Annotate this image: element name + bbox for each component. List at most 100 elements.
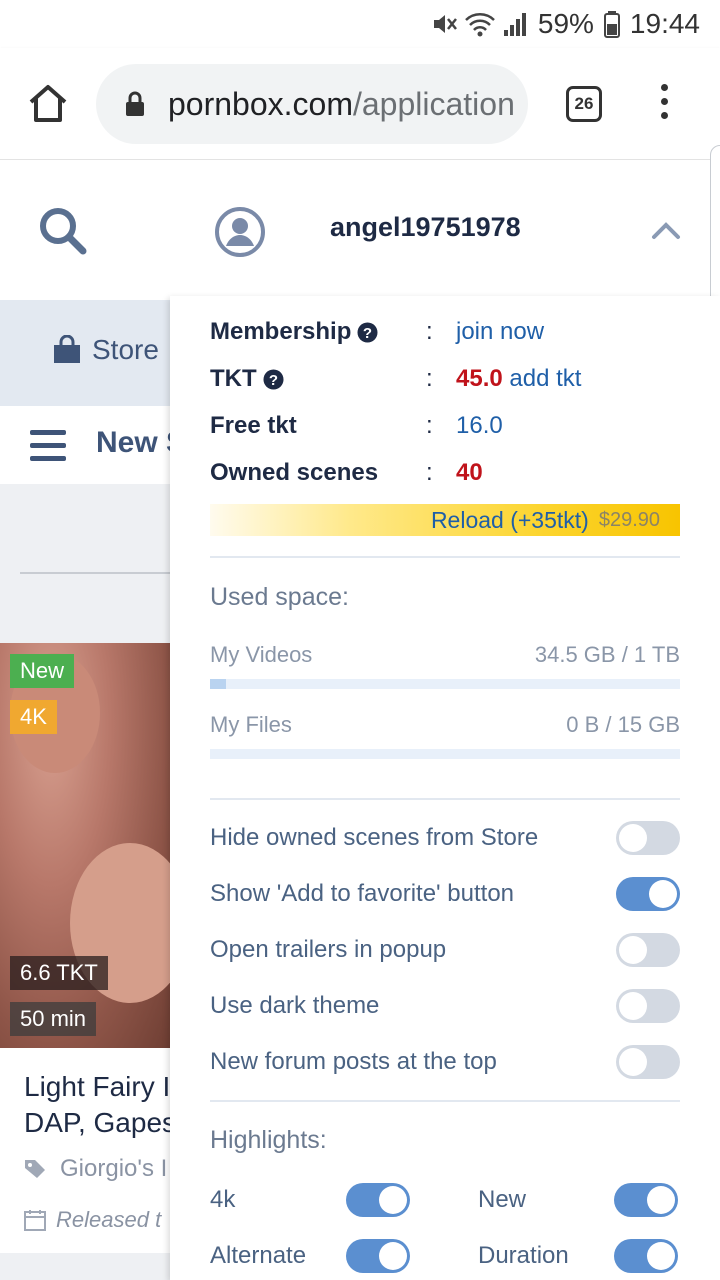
free-tkt-value: 16.0 [456, 412, 503, 439]
url-path: /application [352, 85, 515, 122]
svg-text:?: ? [363, 325, 372, 342]
calendar-icon [24, 1210, 46, 1231]
setting-row: Use dark theme [210, 986, 680, 1026]
scene-title-line1: Light Fairy I [24, 1071, 171, 1102]
files-label: My Files [210, 712, 292, 737]
used-space-title: Used space: [210, 583, 349, 611]
add-tkt-link[interactable]: add tkt [509, 365, 581, 393]
highlight-toggle[interactable] [346, 1239, 410, 1273]
setting-row: New forum posts at the top [210, 1042, 680, 1082]
highlight-4k: 4k [210, 1180, 410, 1220]
highlight-duration: Duration [478, 1236, 680, 1276]
files-usage-bar [210, 749, 680, 759]
highlight-label: Duration [478, 1242, 569, 1269]
setting-label: Use dark theme [210, 992, 380, 1019]
owned-scenes-label: Owned scenes [210, 459, 379, 486]
store-link[interactable]: Store [52, 334, 159, 366]
setting-toggle[interactable] [616, 1045, 680, 1079]
4k-badge: 4K [10, 700, 57, 734]
setting-label: Show 'Add to favorite' button [210, 880, 515, 907]
setting-row: Hide owned scenes from Store [210, 818, 680, 858]
release-row: Released t [24, 1207, 161, 1233]
browser-menu-icon[interactable] [656, 84, 672, 124]
user-avatar-icon[interactable] [214, 206, 266, 258]
url-domain: pornbox.com [168, 85, 353, 122]
highlight-new: New [478, 1180, 680, 1220]
search-icon[interactable] [38, 206, 88, 256]
status-bar: 59% 19:44 [0, 0, 720, 48]
store-label: Store [92, 334, 159, 365]
highlight-toggle[interactable] [614, 1183, 678, 1217]
highlight-label: 4k [210, 1186, 236, 1213]
videos-usage-fill [210, 679, 227, 689]
membership-row: Membership ? : join now [210, 318, 545, 346]
wifi-icon [465, 13, 495, 37]
svg-text:?: ? [269, 372, 278, 389]
divider [210, 798, 680, 800]
home-icon[interactable] [26, 82, 70, 126]
duration-badge: 50 min [10, 1002, 97, 1036]
join-now-link[interactable]: join now [456, 318, 544, 346]
setting-toggle[interactable] [616, 933, 680, 967]
shopping-bag-icon [54, 335, 80, 363]
username[interactable]: angel19751978 [330, 212, 521, 243]
site-header: angel19751978 [0, 160, 720, 300]
studio-row[interactable]: Giorgio's I [24, 1155, 167, 1183]
videos-usage-row: My Videos 34.5 GB / 1 TB [210, 642, 680, 668]
highlight-alternate: Alternate [210, 1236, 410, 1276]
clock: 19:44 [629, 8, 700, 39]
setting-label: Hide owned scenes from Store [210, 824, 539, 851]
tags-icon [25, 1160, 45, 1178]
free-tkt-row: Free tkt : 16.0 [210, 412, 503, 439]
files-value: 0 B / 15 GB [566, 712, 680, 737]
scene-title-line2: DAP, Gapes [24, 1107, 177, 1138]
hamburger-menu-icon[interactable] [30, 430, 66, 462]
reload-label: Reload (+35tkt) [430, 506, 589, 533]
highlight-toggle[interactable] [346, 1183, 410, 1217]
divider [210, 1100, 680, 1102]
studio-name: Giorgio's I [60, 1155, 168, 1182]
videos-usage-bar [210, 679, 680, 689]
signal-icon [503, 13, 526, 36]
setting-toggle[interactable] [616, 821, 680, 855]
help-icon[interactable]: ? [263, 369, 284, 390]
videos-value: 34.5 GB / 1 TB [534, 642, 680, 667]
setting-label: Open trailers in popup [210, 936, 447, 963]
chevron-up-icon[interactable] [650, 218, 682, 242]
membership-label: Membership [210, 318, 352, 345]
reload-price: $29.90 [598, 508, 660, 531]
tkt-label: TKT [210, 365, 257, 392]
highlight-label: New [478, 1186, 527, 1213]
setting-toggle[interactable] [616, 989, 680, 1023]
new-badge: New [10, 654, 75, 688]
files-usage-row: My Files 0 B / 15 GB [210, 712, 680, 738]
price-badge: 6.6 TKT [10, 956, 108, 990]
owned-scenes-row: Owned scenes : 40 [210, 459, 483, 486]
highlight-label: Alternate [210, 1242, 307, 1269]
divider [210, 556, 680, 558]
address-bar[interactable]: pornbox.com /application [96, 64, 528, 144]
free-tkt-label: Free tkt [210, 412, 297, 439]
setting-row: Open trailers in popup [210, 930, 680, 970]
release-text: Released t [56, 1207, 162, 1232]
mute-icon [433, 15, 457, 33]
help-icon[interactable]: ? [357, 322, 378, 343]
tab-switcher-button[interactable]: 26 [566, 86, 602, 122]
tkt-balance: 45.0 [456, 365, 503, 392]
lock-icon [126, 91, 144, 116]
browser-toolbar: pornbox.com /application 26 [0, 48, 720, 160]
owned-scenes-value: 40 [456, 459, 483, 486]
setting-label: New forum posts at the top [210, 1048, 497, 1075]
battery-percent: 59% [537, 8, 594, 39]
highlight-toggle[interactable] [614, 1239, 678, 1273]
reload-button[interactable]: Reload (+35tkt) $29.90 [210, 504, 680, 536]
setting-row: Show 'Add to favorite' button [210, 874, 680, 914]
videos-label: My Videos [210, 642, 313, 667]
account-dropdown: Membership ? : join now TKT ? : 45.0 add… [170, 296, 720, 1280]
status-icons [430, 10, 528, 38]
setting-toggle[interactable] [616, 877, 680, 911]
battery-icon [603, 11, 620, 38]
tkt-row: TKT ? : 45.0 add tkt [210, 365, 582, 393]
scene-title[interactable]: Light Fairy I DAP, Gapes [24, 1069, 184, 1141]
scene-thumbnail[interactable]: New 4K 6.6 TKT 50 min [0, 643, 170, 1048]
